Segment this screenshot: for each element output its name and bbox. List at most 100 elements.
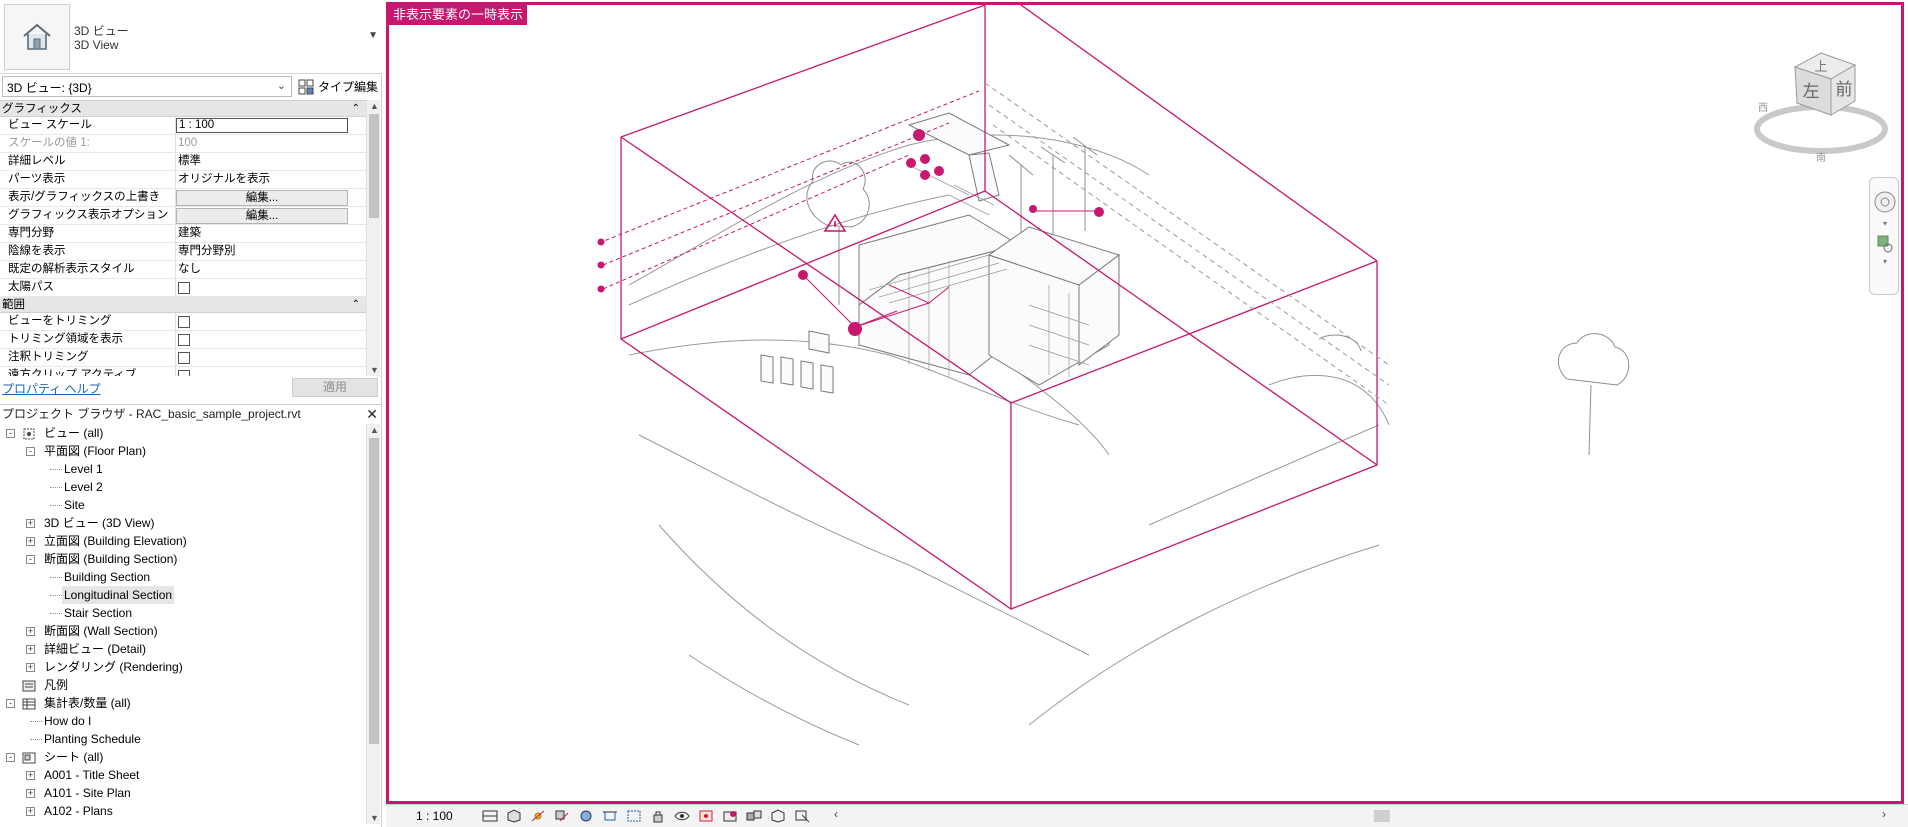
properties-help-link[interactable]: プロパティ ヘルプ bbox=[2, 380, 101, 397]
scroll-right-icon[interactable]: › bbox=[1882, 807, 1886, 821]
tree-connector bbox=[50, 505, 62, 506]
compass-ring[interactable] bbox=[1754, 104, 1888, 154]
detail-level-icon[interactable] bbox=[482, 809, 498, 823]
collapse-icon[interactable]: - bbox=[6, 699, 15, 708]
browser-node[interactable]: + A101 - Site Plan bbox=[0, 784, 366, 802]
scrollbar-thumb[interactable] bbox=[1374, 810, 1390, 822]
browser-node[interactable]: + 詳細ビュー (Detail) bbox=[0, 640, 366, 658]
edit-button[interactable]: 編集... bbox=[176, 190, 348, 206]
browser-node[interactable]: - ビュー (all) bbox=[0, 424, 366, 442]
zoom-region-icon[interactable] bbox=[1877, 235, 1893, 253]
edit-type-button[interactable]: タイプ編集 bbox=[298, 76, 380, 97]
property-label: パーツ表示 bbox=[0, 171, 176, 188]
chevron-down-icon[interactable]: ▾ bbox=[1883, 219, 1887, 228]
scrollbar-thumb[interactable] bbox=[369, 438, 379, 744]
reveal-hidden-elements-icon[interactable] bbox=[698, 809, 714, 823]
browser-node[interactable]: Building Section bbox=[0, 568, 366, 586]
collapse-icon[interactable]: ⌃ bbox=[352, 101, 360, 117]
temporary-view-properties-icon[interactable] bbox=[722, 809, 738, 823]
browser-node[interactable]: - 集計表/数量 (all) bbox=[0, 694, 366, 712]
horizontal-scrollbar[interactable]: ‹ › bbox=[834, 807, 1886, 823]
browser-node[interactable]: + A001 - Title Sheet bbox=[0, 766, 366, 784]
property-group-header[interactable]: 範囲 ⌃ bbox=[0, 297, 366, 313]
type-selector[interactable]: 3D ビュー 3D View ▼ bbox=[0, 0, 382, 74]
browser-scrollbar[interactable]: ▲ ▼ bbox=[366, 424, 380, 824]
browser-node[interactable]: + A102 - Plans bbox=[0, 802, 366, 820]
steering-wheel-icon[interactable] bbox=[1874, 191, 1896, 213]
scrollbar-thumb[interactable] bbox=[369, 114, 379, 218]
instance-selector-row: 3D ビュー: {3D} ⌄ タイプ編集 bbox=[0, 76, 382, 98]
crop-view-icon[interactable] bbox=[602, 809, 618, 823]
3d-viewport[interactable]: 非表示要素の一時表示 上 左 前 西 南 ▾ ▾ bbox=[386, 2, 1904, 804]
collapse-icon[interactable]: - bbox=[6, 753, 15, 762]
collapse-icon[interactable]: - bbox=[6, 429, 15, 438]
view-scale-label[interactable]: 1 : 100 bbox=[416, 809, 453, 823]
browser-node-label: 詳細ビュー (Detail) bbox=[44, 642, 147, 656]
browser-node[interactable]: +3D ビュー (3D View) bbox=[0, 514, 366, 532]
browser-node[interactable]: Level 2 bbox=[0, 478, 366, 496]
expand-icon[interactable]: + bbox=[26, 771, 35, 780]
chevron-down-icon[interactable]: ▼ bbox=[368, 30, 378, 41]
hide-analytical-model-icon[interactable] bbox=[770, 809, 786, 823]
worksharing-display-icon[interactable] bbox=[746, 809, 762, 823]
scroll-down-icon[interactable]: ▼ bbox=[370, 813, 379, 823]
expand-icon[interactable]: + bbox=[26, 627, 35, 636]
browser-node[interactable]: - シート (all) bbox=[0, 748, 366, 766]
property-checkbox[interactable] bbox=[178, 282, 190, 294]
viewcube[interactable]: 上 左 前 西 南 bbox=[1751, 49, 1891, 169]
sun-path-icon[interactable] bbox=[530, 809, 546, 823]
properties-scrollbar[interactable]: ▲ ▼ bbox=[366, 100, 380, 376]
compass-south-label: 南 bbox=[1816, 151, 1826, 164]
scroll-up-icon[interactable]: ▲ bbox=[370, 425, 379, 435]
expand-icon[interactable]: + bbox=[26, 789, 35, 798]
expand-icon[interactable]: + bbox=[26, 645, 35, 654]
property-value bbox=[176, 367, 366, 376]
browser-node[interactable]: How do I bbox=[0, 712, 366, 730]
browser-node[interactable]: + レンダリング (Rendering) bbox=[0, 658, 366, 676]
browser-node[interactable]: Planting Schedule bbox=[0, 730, 366, 748]
scroll-down-icon[interactable]: ▼ bbox=[370, 365, 379, 375]
expand-icon[interactable]: + bbox=[26, 663, 35, 672]
house-icon bbox=[4, 4, 70, 70]
edit-button[interactable]: 編集... bbox=[176, 208, 348, 224]
highlight-displacement-icon[interactable] bbox=[794, 809, 810, 823]
expand-icon[interactable]: + bbox=[26, 537, 35, 546]
property-checkbox[interactable] bbox=[178, 370, 190, 376]
view-instance-dropdown[interactable]: 3D ビュー: {3D} ⌄ bbox=[2, 76, 292, 97]
property-group-header[interactable]: グラフィックス ⌃ bbox=[0, 101, 366, 117]
property-checkbox[interactable] bbox=[178, 334, 190, 346]
scroll-left-icon[interactable]: ‹ bbox=[834, 807, 838, 821]
browser-node[interactable]: - 平面図 (Floor Plan) bbox=[0, 442, 366, 460]
tree-connector bbox=[50, 469, 62, 470]
browser-node[interactable]: + 断面図 (Wall Section) bbox=[0, 622, 366, 640]
collapse-icon[interactable]: - bbox=[26, 555, 35, 564]
visual-style-icon[interactable] bbox=[506, 809, 522, 823]
shadows-icon[interactable] bbox=[554, 809, 570, 823]
collapse-icon[interactable]: ⌃ bbox=[352, 297, 360, 313]
view-scale-input[interactable]: 1 : 100 bbox=[176, 118, 348, 133]
browser-node-label: Level 1 bbox=[64, 462, 103, 476]
collapse-icon[interactable]: - bbox=[26, 447, 35, 456]
browser-node[interactable]: - 断面図 (Building Section) bbox=[0, 550, 366, 568]
browser-node[interactable]: 凡例 bbox=[0, 676, 366, 694]
browser-node-label: A101 - Site Plan bbox=[44, 786, 131, 800]
apply-button[interactable]: 適用 bbox=[292, 378, 378, 397]
browser-node[interactable]: Stair Section bbox=[0, 604, 366, 622]
property-row: 表示/グラフィックスの上書き 編集... bbox=[0, 189, 366, 207]
browser-node[interactable]: Level 1 bbox=[0, 460, 366, 478]
expand-icon[interactable]: + bbox=[26, 519, 35, 528]
temporary-hide-icon[interactable] bbox=[674, 809, 690, 823]
scroll-up-icon[interactable]: ▲ bbox=[370, 101, 379, 111]
expand-icon[interactable]: + bbox=[26, 807, 35, 816]
browser-node[interactable]: Longitudinal Section bbox=[0, 586, 366, 604]
lock-3d-view-icon[interactable] bbox=[650, 809, 666, 823]
chevron-down-icon[interactable]: ▾ bbox=[1883, 257, 1887, 266]
close-icon[interactable]: ✕ bbox=[366, 405, 378, 424]
browser-node[interactable]: Site bbox=[0, 496, 366, 514]
show-crop-region-icon[interactable] bbox=[626, 809, 642, 823]
browser-node[interactable]: + 立面図 (Building Elevation) bbox=[0, 532, 366, 550]
rendering-dialog-icon[interactable] bbox=[578, 809, 594, 823]
property-checkbox[interactable] bbox=[178, 352, 190, 364]
property-value-text: 専門分野別 bbox=[178, 245, 236, 257]
property-checkbox[interactable] bbox=[178, 316, 190, 328]
